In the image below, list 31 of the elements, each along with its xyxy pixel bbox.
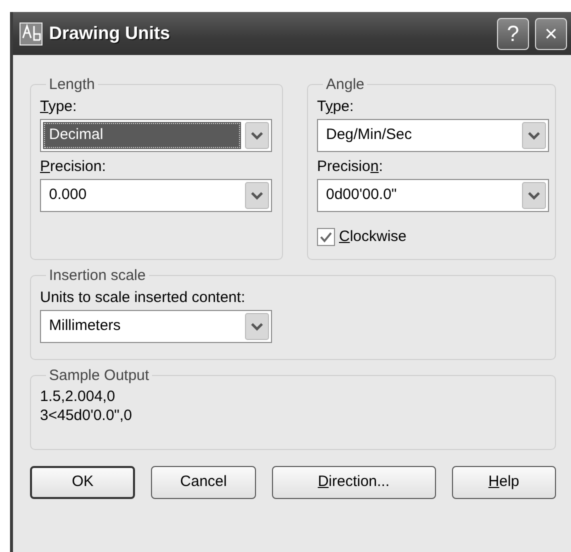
chevron-down-icon (245, 312, 269, 340)
group-label: Angle (325, 77, 366, 92)
title-bar-button[interactable]: ? (497, 18, 529, 50)
dialog-button[interactable]: Help (452, 466, 556, 498)
field-label: Precision: (317, 158, 384, 176)
checkbox-label[interactable]: Clockwise (339, 226, 407, 248)
group-label: Sample Output (48, 368, 150, 382)
dropdown-field[interactable]: Deg/Min/Sec (317, 119, 549, 152)
dropdown-field[interactable]: Millimeters (40, 310, 272, 342)
window-title: Drawing Units (49, 22, 172, 45)
checkbox[interactable] (317, 228, 335, 246)
group-label: Insertion scale (48, 268, 147, 282)
dropdown-field[interactable]: 0.000 (40, 179, 272, 212)
chevron-down-icon (245, 182, 269, 209)
dialog-button[interactable]: Direction... (272, 466, 436, 498)
field-label: Type: (317, 98, 355, 116)
dropdown-field[interactable]: 0d00'00.0" (317, 179, 549, 212)
title-bar-button[interactable]: × (535, 18, 567, 50)
chevron-down-icon (522, 122, 546, 149)
field-label: Type: (40, 98, 78, 116)
output-text: 1.5,2.004,0 (40, 386, 116, 406)
field-label: Precision: (40, 158, 107, 176)
field-label: Units to scale inserted content: (40, 288, 246, 306)
group-label: Length (48, 77, 96, 92)
dialog-button[interactable]: OK (30, 466, 136, 498)
output-text: 3<45d0'0.0",0 (40, 406, 134, 426)
chevron-down-icon (522, 182, 546, 209)
chevron-down-icon (245, 122, 269, 149)
dialog-button[interactable]: Cancel (151, 466, 256, 498)
app-icon (19, 22, 43, 46)
dropdown-field[interactable]: Decimal (40, 119, 272, 152)
